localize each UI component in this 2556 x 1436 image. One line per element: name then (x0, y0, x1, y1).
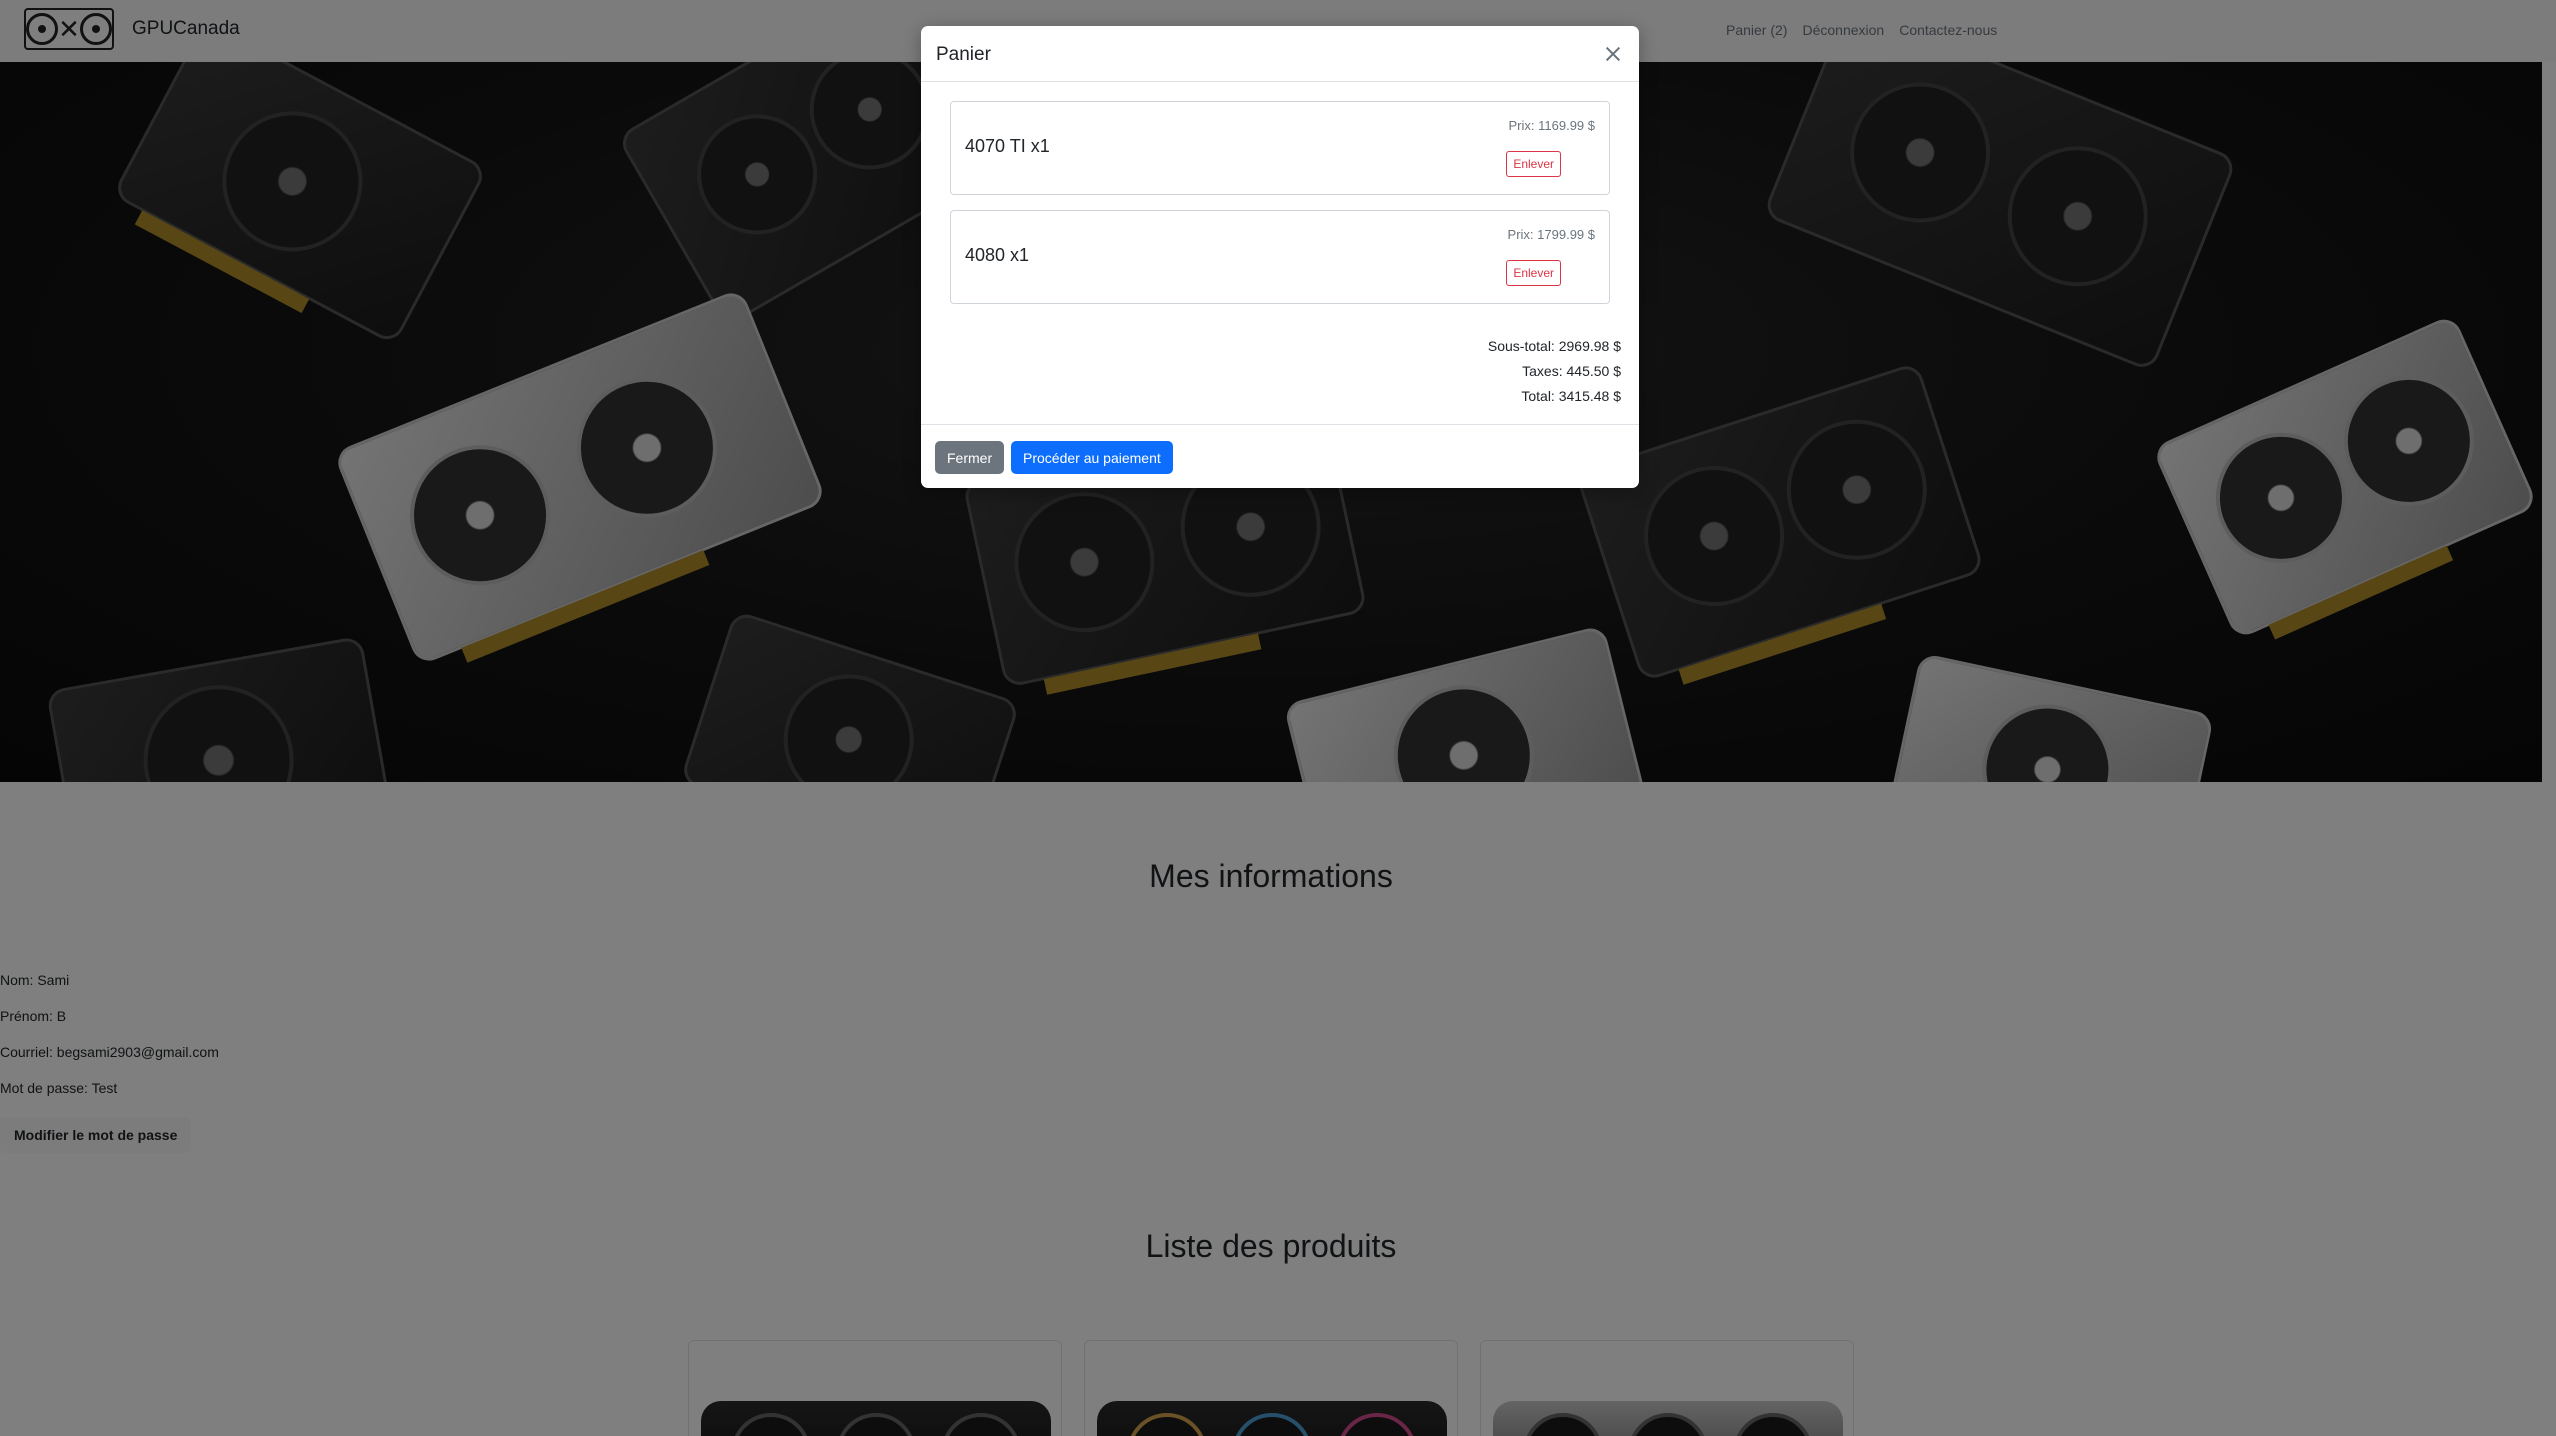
cart-taxes: Taxes: 445.50 $ (1522, 363, 1621, 379)
cart-item-name: 4070 TI x1 (965, 136, 1050, 156)
cart-item-price: Prix: 1169.99 $ (1508, 118, 1595, 133)
modal-footer: Fermer Procéder au paiement (921, 424, 1639, 488)
cart-item: 4080 x1 Prix: 1799.99 $ Enlever (950, 210, 1610, 304)
close-modal-button[interactable]: Fermer (935, 441, 1005, 474)
cart-modal: Panier 4070 TI x1 Prix: 1169.99 $ Enleve… (921, 26, 1639, 488)
cart-item-name: 4080 x1 (965, 245, 1030, 265)
cart-totals: Sous-total: 2969.98 $ Taxes: 445.50 $ To… (1488, 334, 1621, 409)
cart-item: 4070 TI x1 Prix: 1169.99 $ Enlever (950, 101, 1610, 195)
remove-item-button[interactable]: Enlever (1506, 151, 1561, 177)
cart-item-price: Prix: 1799.99 $ (1507, 227, 1595, 242)
remove-item-button[interactable]: Enlever (1506, 260, 1561, 286)
checkout-button[interactable]: Procéder au paiement (1011, 441, 1173, 474)
cart-total: Total: 3415.48 $ (1521, 388, 1621, 404)
cart-subtotal: Sous-total: 2969.98 $ (1487, 338, 1621, 354)
modal-header: Panier (921, 26, 1639, 82)
modal-title: Panier (936, 44, 991, 65)
close-icon[interactable] (1601, 42, 1625, 66)
